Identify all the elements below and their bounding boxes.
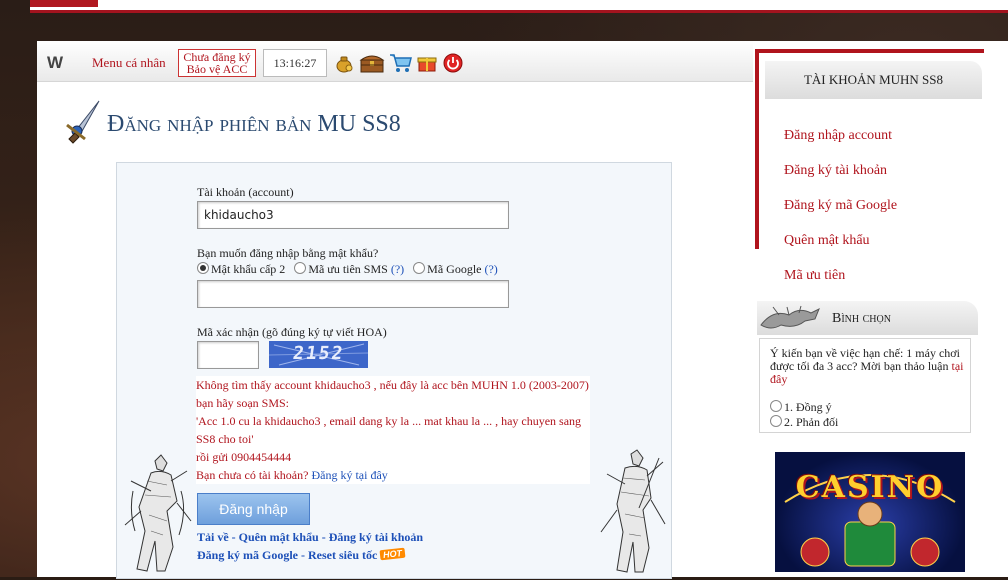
sidebar-item-forgot-password[interactable]: Quên mật khẩu — [784, 233, 870, 249]
forgot-password-link[interactable]: Quên mật khẩu — [239, 530, 319, 544]
sidebar-item-google-code[interactable]: Đăng ký mã Google — [784, 198, 897, 214]
casino-banner[interactable]: CASINO — [775, 452, 965, 572]
link-sep: - — [228, 530, 239, 544]
links-row-1: Tải về - Quên mật khẩu - Đăng ký tài kho… — [197, 530, 423, 545]
sword-title-icon — [63, 99, 103, 147]
msg-line-1: Không tìm thấy account khidaucho3 , nếu … — [196, 378, 589, 392]
link-sep: - — [318, 530, 329, 544]
money-bag-icon[interactable] — [334, 53, 354, 73]
vote-question-tail: luận — [927, 359, 949, 373]
msg-line-4: rồi gửi 0904454444 — [196, 450, 292, 464]
vote-title: Bình chọn — [832, 311, 891, 326]
casino-title: CASINO — [795, 470, 945, 505]
hot-badge: HOT — [379, 547, 406, 561]
page-title: Đăng nhập phiên bản MU SS8 — [107, 111, 401, 137]
account-menu-box: TÀI KHOẢN MUHN SS8 Đăng nhập account Đăn… — [755, 49, 984, 283]
register-account-link[interactable]: Đăng ký tài khoản — [329, 530, 423, 544]
radio-password2[interactable] — [197, 262, 209, 274]
register-here-link[interactable]: Đăng ký tại đây — [311, 468, 387, 482]
links-row-2: Đăng ký mã Google - Reset siêu tốc HOT — [197, 547, 406, 563]
shopping-cart-icon[interactable] — [389, 53, 413, 73]
warrior-left-image — [121, 451, 193, 575]
link-sep: - — [298, 548, 309, 562]
vote-radio-agree[interactable] — [770, 400, 782, 412]
msg-line-5: Bạn chưa có tài khoản? Đăng ký tại đây — [196, 466, 590, 484]
treasure-chest-icon[interactable] — [359, 53, 385, 73]
option-password2-label: Mật khẩu cấp 2 — [211, 262, 286, 276]
msg-no-account: Bạn chưa có tài khoản? — [196, 468, 309, 482]
google-code-link[interactable]: Đăng ký mã Google — [197, 548, 298, 562]
method-question: Bạn muốn đăng nhập bằng mật khẩu? — [197, 246, 379, 260]
google-help-link[interactable]: (?) — [484, 262, 497, 276]
captcha-input[interactable] — [197, 341, 259, 369]
dragon-icon — [759, 305, 821, 335]
register-line2: Bảo vệ ACC — [186, 62, 248, 76]
quick-reset-link[interactable]: Reset siêu tốc — [308, 548, 377, 562]
sidebar-item-register[interactable]: Đăng ký tài khoản — [784, 163, 887, 179]
option-sms[interactable]: Mã ưu tiên SMS (?) — [294, 262, 404, 276]
msg-line-2: bạn hãy soạn SMS: — [196, 396, 289, 410]
top-red-tab — [30, 0, 98, 7]
vote-question: Ý kiến bạn về việc hạn chế: 1 máy chơi đ… — [770, 347, 974, 386]
content-wrapper: W Menu cá nhân Chưa đăng ký Bảo vệ ACC 1… — [37, 41, 1008, 579]
account-label: Tài khoản (account) — [197, 185, 294, 199]
vote-radio-disagree[interactable] — [770, 415, 782, 427]
option-google[interactable]: Mã Google (?) — [413, 262, 498, 276]
msg-line-3: 'Acc 1.0 cu la khidaucho3 , email dang k… — [196, 414, 582, 446]
radio-sms[interactable] — [294, 262, 307, 274]
password-input[interactable] — [197, 280, 509, 308]
vote-option-disagree[interactable]: 2. Phản đối — [770, 415, 838, 430]
account-input[interactable]: khidaucho3 — [197, 201, 509, 229]
login-panel: Tài khoản (account) khidaucho3 Bạn muốn … — [116, 162, 672, 579]
gift-icon[interactable] — [417, 53, 437, 73]
power-icon[interactable] — [443, 53, 463, 73]
warrior-right-image — [599, 448, 669, 576]
sms-help-link[interactable]: (?) — [391, 262, 404, 276]
vote-option-disagree-label: 2. Phản đối — [784, 415, 839, 429]
clock-display: 13:16:27 — [263, 49, 327, 77]
option-google-label: Mã Google — [427, 262, 482, 276]
option-sms-label: Mã ưu tiên SMS — [308, 262, 388, 276]
account-menu-title: TÀI KHOẢN MUHN SS8 — [765, 61, 982, 99]
sidebar-item-priority-code[interactable]: Mã ưu tiên — [784, 268, 845, 284]
option-password2[interactable]: Mật khẩu cấp 2 — [197, 262, 285, 276]
captcha-text: 2152 — [291, 343, 346, 364]
login-button[interactable]: Đăng nhập — [197, 493, 310, 525]
vote-header: Bình chọn — [757, 301, 978, 335]
method-options: Mật khẩu cấp 2 Mã ưu tiên SMS (?) Mã Goo… — [197, 262, 498, 277]
captcha-image: 2152 — [269, 341, 368, 368]
vote-option-agree[interactable]: 1. Đồng ý — [770, 400, 832, 415]
register-protect-button[interactable]: Chưa đăng ký Bảo vệ ACC — [178, 49, 256, 77]
top-strip — [30, 0, 1008, 13]
error-message: Không tìm thấy account khidaucho3 , nếu … — [196, 376, 590, 484]
w-logo-icon[interactable]: W — [47, 53, 63, 73]
sidebar-item-login[interactable]: Đăng nhập account — [784, 128, 892, 144]
download-link[interactable]: Tải về — [197, 530, 229, 544]
right-sidebar: TÀI KHOẢN MUHN SS8 Đăng nhập account Đăn… — [753, 41, 1008, 577]
personal-menu-link[interactable]: Menu cá nhân — [92, 55, 166, 71]
captcha-label: Mã xác nhận (gõ đúng ký tự viết HOA) — [197, 325, 387, 339]
top-toolbar: W Menu cá nhân Chưa đăng ký Bảo vệ ACC 1… — [37, 41, 753, 82]
vote-box: Ý kiến bạn về việc hạn chế: 1 máy chơi đ… — [759, 338, 971, 433]
vote-option-agree-label: 1. Đồng ý — [784, 400, 832, 414]
radio-google[interactable] — [413, 262, 426, 274]
